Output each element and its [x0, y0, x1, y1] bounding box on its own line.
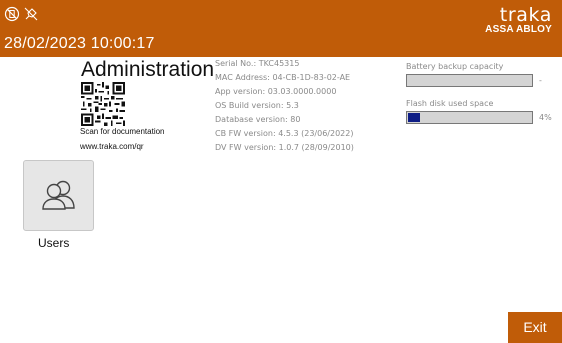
database-version: Database version: 80 [215, 115, 301, 124]
users-icon [42, 180, 75, 210]
battery-meter [406, 74, 533, 87]
dv-fw-version: DV FW version: 1.0.7 (28/09/2010) [215, 143, 354, 152]
app-version: App version: 03.03.0000.0000 [215, 87, 337, 96]
traka-logo: traka ASSA ABLOY [482, 5, 552, 35]
users-label: Users [38, 236, 70, 250]
scan-label: Scan for documentation [80, 127, 165, 136]
battery-off-icon [4, 6, 20, 22]
os-build-version: OS Build version: 5.3 [215, 101, 299, 110]
exit-button[interactable]: Exit [508, 312, 562, 343]
mac-address: MAC Address: 04-CB-1D-83-02-AE [215, 73, 351, 82]
flash-meter [406, 111, 533, 124]
flash-meter-fill [408, 113, 420, 122]
flash-value: 4% [539, 113, 552, 122]
power-unplugged-icon [24, 7, 38, 21]
battery-value: - [539, 76, 542, 85]
header-bar: 28/02/2023 10:00:17 traka ASSA ABLOY [0, 0, 562, 57]
system-info: Serial No.: TKC45315 MAC Address: 04-CB-… [215, 57, 354, 155]
brand-mark: traka [499, 4, 552, 26]
datetime: 28/02/2023 10:00:17 [4, 35, 155, 52]
battery-label: Battery backup capacity [406, 62, 504, 71]
page-title: Administration [81, 58, 215, 81]
brand-sub: ASSA ABLOY [485, 24, 552, 35]
status-icons [4, 3, 39, 25]
scan-url: www.traka.com/qr [80, 142, 144, 151]
users-button[interactable] [23, 160, 94, 231]
qr-code [81, 82, 125, 126]
flash-label: Flash disk used space [406, 99, 494, 108]
cb-fw-version: CB FW version: 4.5.3 (23/06/2022) [215, 129, 354, 138]
serial-number: Serial No.: TKC45315 [215, 59, 300, 68]
